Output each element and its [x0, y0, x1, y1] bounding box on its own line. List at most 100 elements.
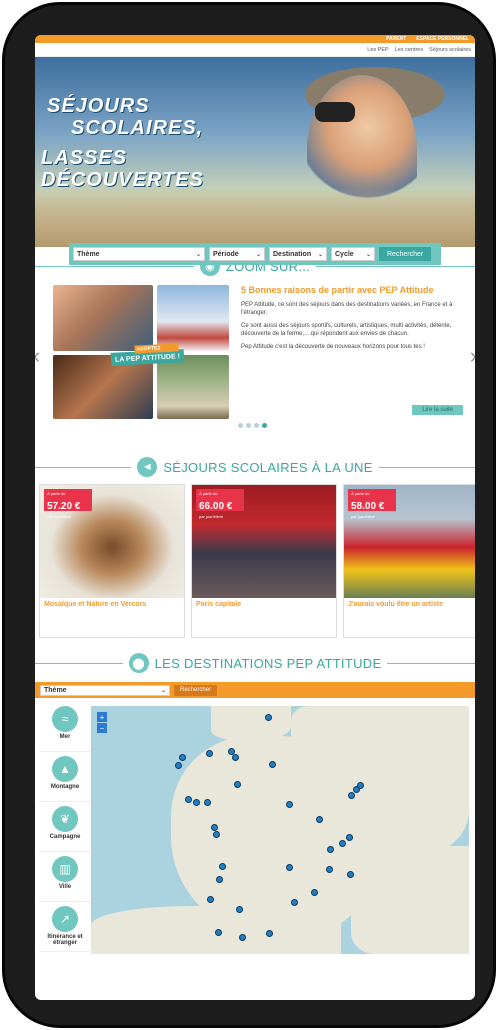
- price-prefix: À partir de: [351, 491, 370, 496]
- price-suffix: par jour/élève: [351, 514, 376, 519]
- chevron-down-icon: ⌄: [317, 251, 323, 258]
- sub-nav: Les PEP Les centres Séjours scolaires: [35, 43, 475, 57]
- map-marker[interactable]: [269, 761, 276, 768]
- carousel-prev-icon[interactable]: ‹: [35, 343, 40, 369]
- destinations-area: ≈ Mer ▲ Montagne ❦ Campagne ▥ Ville ↗ Itinéra…: [35, 706, 475, 954]
- top-link-espace[interactable]: ESPACE PERSONNEL: [416, 36, 469, 42]
- map-marker[interactable]: [232, 754, 239, 761]
- map-marker[interactable]: [236, 906, 243, 913]
- category-campagne[interactable]: ❦ Campagne: [39, 806, 91, 852]
- map-marker[interactable]: [339, 840, 346, 847]
- map-marker[interactable]: [185, 796, 192, 803]
- zoom-in-button[interactable]: +: [97, 712, 107, 722]
- category-label: Mer: [59, 734, 71, 740]
- map-marker[interactable]: [234, 781, 241, 788]
- category-label: Campagne: [49, 834, 81, 840]
- divider: [35, 466, 132, 468]
- divider: [35, 265, 194, 267]
- trip-card[interactable]: À partir de 58.00 € par jour/élève J'aurai…: [343, 484, 475, 638]
- top-link-parent[interactable]: PARENT: [386, 36, 406, 42]
- destinations-section-header: ⬤ LES DESTINATIONS PEP ATTITUDE: [35, 652, 475, 674]
- map-marker[interactable]: [311, 889, 318, 896]
- carousel-dot-active[interactable]: [262, 423, 267, 428]
- map-marker[interactable]: [266, 930, 273, 937]
- map-marker[interactable]: [219, 863, 226, 870]
- map-marker[interactable]: [326, 866, 333, 873]
- map-marker[interactable]: [239, 934, 246, 941]
- category-label: Montagne: [50, 784, 80, 790]
- hero-title: SÉJOURS SCOLAIRES, LASSES DÉCOUVERTES: [41, 95, 204, 191]
- periode-select-label: Période: [213, 250, 239, 258]
- periode-select[interactable]: Période ⌄: [209, 247, 265, 261]
- grass-shape: [35, 187, 475, 247]
- map-marker[interactable]: [206, 750, 213, 757]
- trip-title[interactable]: Mosaïque et Nature en Vercors: [40, 598, 184, 611]
- trip-title[interactable]: J'aurais voulu être un artiste: [344, 598, 475, 611]
- price-badge: À partir de 58.00 € par jour/élève: [348, 489, 396, 519]
- leaf-icon: ❦: [52, 806, 78, 832]
- category-montagne[interactable]: ▲ Montagne: [39, 756, 91, 802]
- destination-select[interactable]: Destination ⌄: [269, 247, 327, 261]
- map-marker[interactable]: [316, 816, 323, 823]
- map-marker[interactable]: [211, 824, 218, 831]
- map-marker[interactable]: [204, 799, 211, 806]
- chevron-down-icon: ⌄: [255, 251, 261, 258]
- destinations-filter-bar: Thème ⌄ Rechercher: [35, 682, 475, 698]
- map-marker[interactable]: [179, 754, 186, 761]
- destinations-map[interactable]: + −: [91, 706, 469, 954]
- trip-card[interactable]: À partir de 66.00 € par jour/élève Paris c…: [191, 484, 337, 638]
- price-value: 58.00 €: [351, 501, 385, 512]
- category-label: Ville: [58, 884, 72, 890]
- map-marker[interactable]: [193, 799, 200, 806]
- carousel-dots: [238, 423, 267, 428]
- map-marker[interactable]: [346, 834, 353, 841]
- trip-title[interactable]: Paris capitale: [192, 598, 336, 611]
- cycle-select[interactable]: Cycle ⌄: [331, 247, 375, 261]
- top-bar: PARENT ESPACE PERSONNEL: [35, 35, 475, 43]
- map-pin-icon: ⬤: [128, 653, 149, 673]
- carousel-dot[interactable]: [246, 423, 251, 428]
- carousel-dot[interactable]: [238, 423, 243, 428]
- subnav-link-sejours[interactable]: Séjours scolaires: [429, 47, 471, 53]
- carousel-next-icon[interactable]: ›: [470, 343, 475, 369]
- category-ville[interactable]: ▥ Ville: [39, 856, 91, 902]
- screen: PARENT ESPACE PERSONNEL Les PEP Les cent…: [35, 35, 475, 1000]
- destinations-section-title: LES DESTINATIONS PEP ATTITUDE: [154, 655, 382, 671]
- une-section-title: SÉJOURS SCOLAIRES À LA UNE: [163, 459, 373, 475]
- theme-select[interactable]: Thème ⌄: [73, 247, 205, 261]
- zoom-text: 5 Bonnes raisons de partir avec PEP Atti…: [241, 285, 455, 358]
- trip-card[interactable]: À partir de 57.20 € par jour/élève Mosaïqu…: [39, 484, 185, 638]
- chevron-down-icon: ⌄: [160, 687, 166, 694]
- map-marker[interactable]: [286, 864, 293, 871]
- map-marker[interactable]: [215, 929, 222, 936]
- category-mer[interactable]: ≈ Mer: [39, 706, 91, 752]
- divider: [387, 662, 475, 664]
- map-marker[interactable]: [207, 896, 214, 903]
- carousel-dot[interactable]: [254, 423, 259, 428]
- hero-title-line4: DÉCOUVERTES: [41, 169, 204, 191]
- search-button[interactable]: Rechercher: [379, 247, 432, 261]
- map-marker[interactable]: [347, 871, 354, 878]
- binoculars-shape: [315, 102, 355, 122]
- map-marker[interactable]: [216, 876, 223, 883]
- category-itinerance[interactable]: ↗ Itinérance et étranger: [39, 906, 91, 952]
- map-marker[interactable]: [357, 782, 364, 789]
- mountain-icon: ▲: [52, 756, 78, 782]
- map-marker[interactable]: [265, 714, 272, 721]
- map-marker[interactable]: [327, 846, 334, 853]
- zoom-out-button[interactable]: −: [97, 723, 107, 733]
- map-marker[interactable]: [286, 801, 293, 808]
- destinations-theme-select[interactable]: Thème ⌄: [40, 684, 170, 696]
- map-marker[interactable]: [213, 831, 220, 838]
- map-marker[interactable]: [348, 792, 355, 799]
- chevron-down-icon: ⌄: [195, 251, 201, 258]
- cycle-select-label: Cycle: [335, 250, 354, 258]
- subnav-link-pep[interactable]: Les PEP: [367, 47, 388, 53]
- destinations-search-button[interactable]: Rechercher: [174, 684, 218, 696]
- map-marker[interactable]: [175, 762, 182, 769]
- subnav-link-centres[interactable]: Les centres: [395, 47, 423, 53]
- read-more-button[interactable]: Lire la suite: [412, 405, 463, 415]
- theme-select-label: Thème: [77, 250, 100, 258]
- map-marker[interactable]: [291, 899, 298, 906]
- hero-title-line2: SCOLAIRES,: [71, 117, 204, 139]
